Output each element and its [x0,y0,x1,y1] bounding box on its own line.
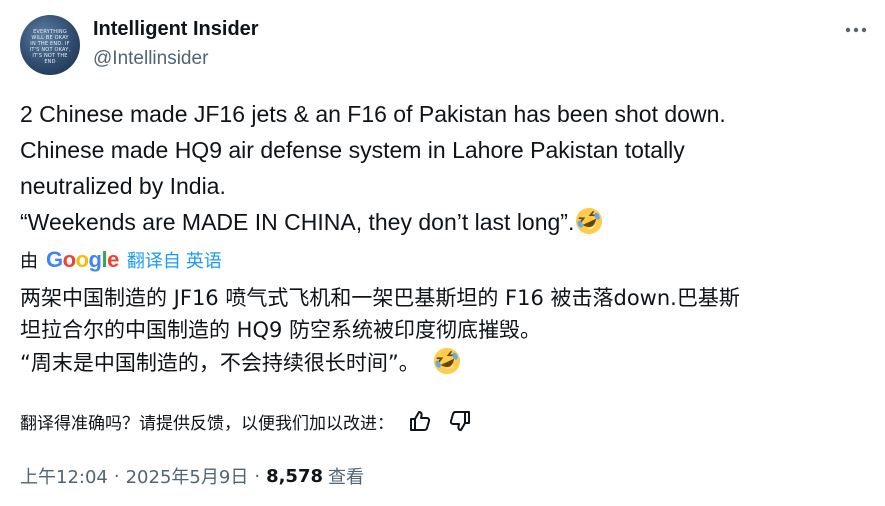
thumbs-down-button[interactable] [446,407,474,435]
tweet-line: 2 Chinese made JF16 jets & an F16 of Pak… [20,101,726,127]
translated-by-label: 由 [20,251,38,271]
translated-line: 坦拉合尔的中国制造的 HQ9 防空系统被印度彻底摧毁。 [20,318,542,342]
rolling-laughing-emoji-icon [576,207,603,235]
translated-text: 两架中国制造的 JF16 喷气式飞机和一架巴基斯坦的 F16 被击落down.巴… [20,282,870,379]
google-logo: Google [46,247,119,272]
meta-separator: · [254,465,261,487]
views-count[interactable]: 8,578 [266,466,323,487]
translated-line: “周末是中国制造的，不会持续很长时间”。 [20,346,870,379]
tweet-meta: 上午12:04 · 2025年5月9日 · 8,578 查看 [20,462,364,490]
tweet-text: 2 Chinese made JF16 jets & an F16 of Pak… [20,96,860,240]
avatar-text: EVERYTHING WILL BE OKAY IN THE END. IF I… [29,29,71,65]
translation-feedback: 翻译得准确吗？请提供反馈，以便我们加以改进： [20,405,474,437]
tweet-date[interactable]: 2025年5月9日 [126,463,249,489]
thumbs-up-icon [410,411,431,431]
thumbs-up-button[interactable] [406,407,434,435]
translated-line-text: “周末是中国制造的，不会持续很长时间”。 [20,351,427,375]
rolling-laughing-emoji-icon [434,347,461,375]
tweet-line: “Weekends are MADE IN CHINA, they don’t … [20,204,860,240]
tweet-line: Chinese made HQ9 air defense system in L… [20,137,685,163]
author-handle[interactable]: @Intellinsider [93,48,208,70]
avatar[interactable]: EVERYTHING WILL BE OKAY IN THE END. IF I… [20,15,80,75]
translated-line: 两架中国制造的 JF16 喷气式飞机和一架巴基斯坦的 F16 被击落down.巴… [20,286,740,310]
feedback-prompt: 翻译得准确吗？请提供反馈，以便我们加以改进： [20,413,394,434]
translated-from-link[interactable]: 翻译自 英语 [127,247,222,273]
author-display-name[interactable]: Intelligent Insider [93,18,259,41]
meta-separator: · [113,465,120,487]
tweet-line: neutralized by India. [20,173,226,199]
thumbs-down-icon [449,411,470,431]
views-label[interactable]: 查看 [328,463,364,489]
more-options-button[interactable] [842,16,870,44]
ellipsis-icon [845,27,867,33]
tweet-time[interactable]: 上午12:04 [20,463,108,489]
translation-attribution: 由 Google 翻译自 英语 [20,245,222,275]
tweet-line-text: “Weekends are MADE IN CHINA, they don’t … [20,209,575,235]
